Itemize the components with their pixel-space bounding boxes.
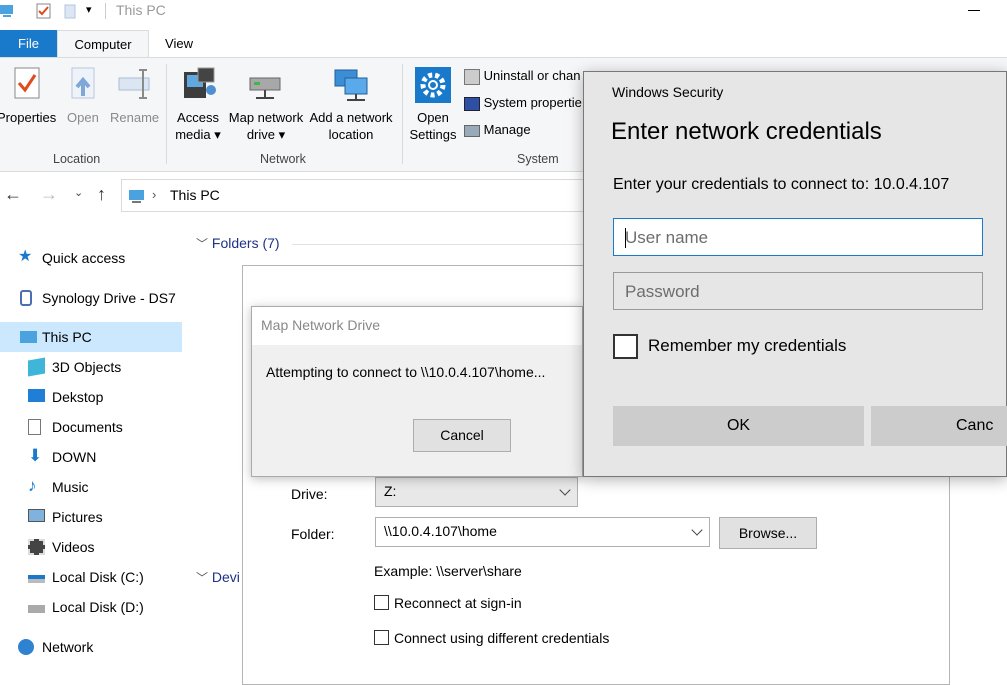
reconnect-checkbox[interactable] xyxy=(374,595,389,610)
star-icon: ★ xyxy=(18,248,33,265)
remember-credentials-checkbox[interactable] xyxy=(613,334,638,359)
rename-icon xyxy=(118,69,150,99)
media-icon xyxy=(184,67,216,98)
open-button[interactable]: Open xyxy=(64,66,104,125)
security-heading: Enter network credentials xyxy=(611,118,882,145)
music-icon: ♪ xyxy=(28,476,37,495)
quick-access-dropdown-icon[interactable]: ▾ xyxy=(86,3,92,16)
download-icon: ⬇ xyxy=(28,446,43,465)
nav-item-desktop[interactable]: Dekstop xyxy=(28,382,182,412)
window-title: This PC xyxy=(116,2,166,18)
username-field[interactable]: User name xyxy=(613,218,983,256)
computer-icon xyxy=(0,5,13,17)
document-icon xyxy=(28,419,41,435)
nav-item-local-disk-d[interactable]: Local Disk (D:) xyxy=(28,592,182,622)
nav-item-local-disk-c[interactable]: Local Disk (C:) xyxy=(28,562,182,592)
different-credentials-label: Connect using different credentials xyxy=(394,630,610,646)
connecting-dialog-title: Map Network Drive xyxy=(261,317,381,333)
map-network-drive-button[interactable]: Map network drive ▾ xyxy=(224,66,308,142)
tab-view[interactable]: View xyxy=(149,30,209,57)
ribbon-tabs: File Computer View xyxy=(0,30,1007,57)
folder-example: Example: \\server\share xyxy=(374,563,522,579)
properties-icon[interactable] xyxy=(36,3,52,19)
computer-icon xyxy=(20,331,37,343)
nav-item-synology-drive[interactable]: Synology Drive - DS7 xyxy=(18,283,182,313)
open-icon xyxy=(71,67,95,99)
chevron-down-icon: ﹀ xyxy=(196,237,209,251)
uninstall-icon xyxy=(464,68,480,85)
system-group-label: System xyxy=(517,152,559,166)
desktop-icon xyxy=(28,389,45,402)
browse-button[interactable]: Browse... xyxy=(719,517,817,549)
nav-item-pictures[interactable]: Pictures xyxy=(28,502,182,532)
network-location-icon xyxy=(334,69,368,101)
network-drive-icon xyxy=(249,77,281,99)
connecting-dialog-titlebar: Map Network Drive xyxy=(252,307,582,345)
address-bar[interactable]: › This PC xyxy=(121,179,591,212)
nav-item-quick-access[interactable]: ★ Quick access xyxy=(18,243,182,273)
location-group-label: Location xyxy=(53,152,101,166)
chevron-down-icon: ﹀ xyxy=(196,571,209,585)
security-caption: Windows Security xyxy=(612,84,724,100)
nav-item-network[interactable]: Network xyxy=(18,632,182,662)
security-prompt: Enter your credentials to connect to: 10… xyxy=(613,176,950,193)
drive-c-icon xyxy=(28,575,45,583)
minimize-icon[interactable] xyxy=(968,10,980,11)
gear-icon xyxy=(415,67,451,103)
properties-button[interactable]: Properties xyxy=(0,66,56,125)
cancel-button[interactable]: Cancel xyxy=(413,419,511,452)
folder-label: Folder: xyxy=(291,526,335,542)
back-arrow-icon[interactable]: ← xyxy=(4,184,22,205)
windows-security-dialog: Windows Security Enter network credentia… xyxy=(583,71,1007,477)
recent-locations-icon[interactable]: ⌄ xyxy=(74,186,83,199)
security-cancel-button[interactable]: Canc xyxy=(871,406,1007,446)
properties-icon xyxy=(14,67,40,99)
folders-section-header[interactable]: ﹀ Folders (7) xyxy=(196,235,280,252)
ok-button[interactable]: OK xyxy=(613,406,864,446)
breadcrumb-this-pc[interactable]: This PC xyxy=(170,187,220,203)
nav-item-videos[interactable]: Videos xyxy=(28,532,182,562)
tab-file[interactable]: File xyxy=(0,30,57,57)
videos-icon xyxy=(28,539,45,555)
uninstall-button[interactable]: Uninstall or chan xyxy=(464,68,580,85)
nav-item-down[interactable]: ⬇ DOWN xyxy=(28,442,182,472)
drive-d-icon xyxy=(28,605,45,613)
devices-section-header[interactable]: ﹀ Devi xyxy=(196,569,240,586)
nav-item-this-pc[interactable]: This PC xyxy=(0,322,182,352)
network-icon xyxy=(18,639,34,655)
manage-button[interactable]: Manage xyxy=(464,122,531,137)
folder-input[interactable]: \\10.0.4.107\home xyxy=(375,517,710,547)
breadcrumb-chevron-icon[interactable]: › xyxy=(152,187,156,202)
synology-icon xyxy=(20,290,32,306)
nav-item-music[interactable]: ♪ Music xyxy=(28,472,182,502)
drive-label: Drive: xyxy=(291,486,328,502)
connecting-dialog: Map Network Drive Attempting to connect … xyxy=(251,306,583,477)
password-field[interactable]: Password xyxy=(613,272,983,310)
system-properties-icon xyxy=(464,96,480,111)
title-bar: ▾ This PC xyxy=(0,0,1007,24)
tab-computer[interactable]: Computer xyxy=(57,30,149,57)
computer-icon xyxy=(129,190,144,203)
different-credentials-checkbox[interactable] xyxy=(374,630,389,645)
reconnect-label: Reconnect at sign-in xyxy=(394,595,522,611)
remember-credentials-label: Remember my credentials xyxy=(648,336,847,355)
manage-icon xyxy=(464,124,480,137)
open-settings-button[interactable]: Open Settings xyxy=(406,66,460,142)
network-group-label: Network xyxy=(260,152,306,166)
connecting-message: Attempting to connect to \\10.0.4.107\ho… xyxy=(266,364,546,380)
rename-button[interactable]: Rename xyxy=(110,66,160,125)
chevron-down-icon xyxy=(559,484,571,496)
system-properties-button[interactable]: System propertie xyxy=(464,95,582,111)
access-media-button[interactable]: Access media ▾ xyxy=(172,66,224,142)
forward-arrow-icon[interactable]: → xyxy=(40,184,58,205)
up-arrow-icon[interactable]: ↑ xyxy=(97,184,106,205)
nav-item-3d-objects[interactable]: 3D Objects xyxy=(28,352,182,382)
pictures-icon xyxy=(28,509,45,522)
nav-item-documents[interactable]: Documents xyxy=(28,412,182,442)
chevron-down-icon xyxy=(691,524,703,536)
cube-icon xyxy=(28,357,45,377)
new-folder-icon[interactable] xyxy=(64,3,76,19)
drive-select[interactable]: Z: xyxy=(375,477,578,507)
add-network-location-button[interactable]: Add a network location xyxy=(306,66,396,142)
